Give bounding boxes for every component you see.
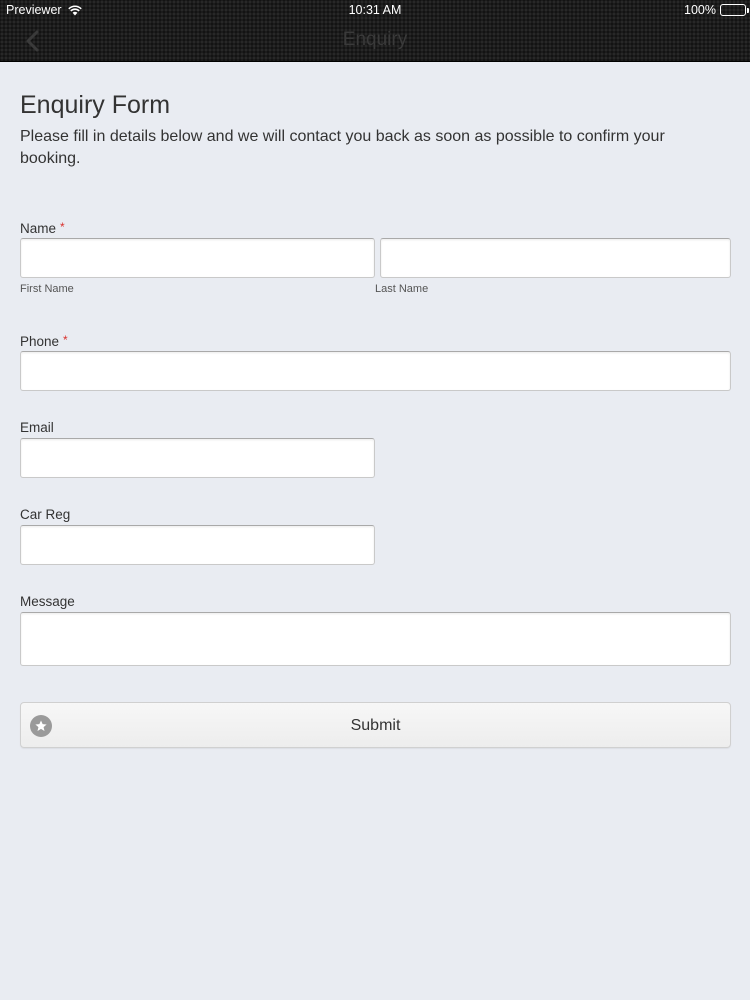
status-time: 10:31 AM xyxy=(348,3,402,17)
status-right: 100% xyxy=(684,3,749,17)
name-label: Name * xyxy=(20,220,65,236)
message-label: Message xyxy=(20,594,75,609)
car-reg-label: Car Reg xyxy=(20,507,71,522)
required-marker: * xyxy=(60,220,65,234)
required-marker: * xyxy=(63,333,68,347)
email-label: Email xyxy=(20,420,54,435)
submit-label: Submit xyxy=(350,717,401,734)
submit-button[interactable]: Submit xyxy=(20,702,731,748)
form-description: Please fill in details below and we will… xyxy=(20,128,665,167)
last-name-input[interactable] xyxy=(380,238,731,278)
page-title: Enquiry Form xyxy=(20,91,171,119)
battery-icon xyxy=(720,4,749,16)
car-reg-input[interactable] xyxy=(20,525,375,565)
email-input[interactable] xyxy=(20,438,375,478)
nav-title: Enquiry xyxy=(342,29,408,50)
first-name-input[interactable] xyxy=(20,238,375,278)
phone-label: Phone * xyxy=(20,333,68,349)
first-name-sublabel: First Name xyxy=(20,283,74,295)
message-textarea[interactable] xyxy=(20,612,731,666)
last-name-sublabel: Last Name xyxy=(375,283,429,295)
top-bar: Previewer 10:31 AM 100% Enquiry xyxy=(0,0,750,62)
form-header: Enquiry Form Please fill in details belo… xyxy=(20,88,731,170)
battery-percent: 100% xyxy=(684,3,716,17)
phone-input[interactable] xyxy=(20,351,731,391)
